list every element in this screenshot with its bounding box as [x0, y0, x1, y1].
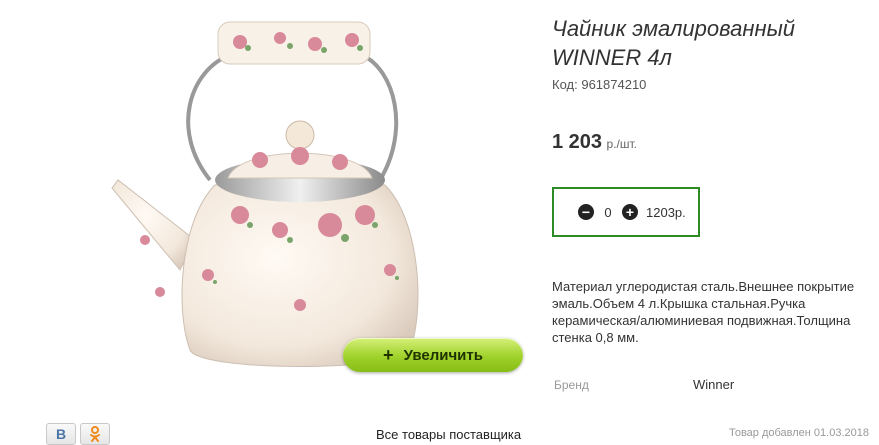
product-description: Материал углеродистая сталь.Внешнее покр… [552, 279, 855, 345]
vk-share-button[interactable]: В [46, 423, 76, 445]
quantity-total: 1203р. [646, 204, 686, 220]
brand-value: Winner [693, 377, 735, 392]
product-code-label: Код: [552, 77, 578, 92]
all-supplier-goods-link[interactable]: Все товары поставщика [376, 427, 521, 442]
price-amount: 1 203 [552, 131, 603, 153]
vk-icon: В [55, 426, 67, 442]
product-image[interactable] [100, 10, 430, 390]
minus-circle-icon[interactable]: − [578, 204, 594, 220]
added-date: Товар добавлен 01.03.2018 [728, 427, 869, 439]
plus-circle-icon[interactable]: + [622, 204, 638, 220]
product-code: Код: 961874210 [552, 77, 646, 92]
product-price: 1 203 р./шт. [552, 131, 637, 154]
plus-icon: + [383, 344, 394, 365]
zoom-button-label: Увеличить [403, 346, 483, 364]
kettle-illustration [111, 21, 419, 367]
quantity-value[interactable]: 0 [602, 205, 614, 220]
price-unit: р./шт. [606, 137, 637, 151]
quantity-selector: − 0 + 1203р. [552, 187, 700, 237]
ok-share-button[interactable] [80, 423, 110, 445]
brand-label: Бренд [554, 378, 589, 392]
zoom-button[interactable]: + Увеличить [343, 338, 523, 372]
odnoklassniki-icon [90, 426, 100, 442]
product-title: Чайник эмалированный WINNER 4л [552, 16, 795, 70]
product-code-value: 961874210 [581, 77, 647, 92]
